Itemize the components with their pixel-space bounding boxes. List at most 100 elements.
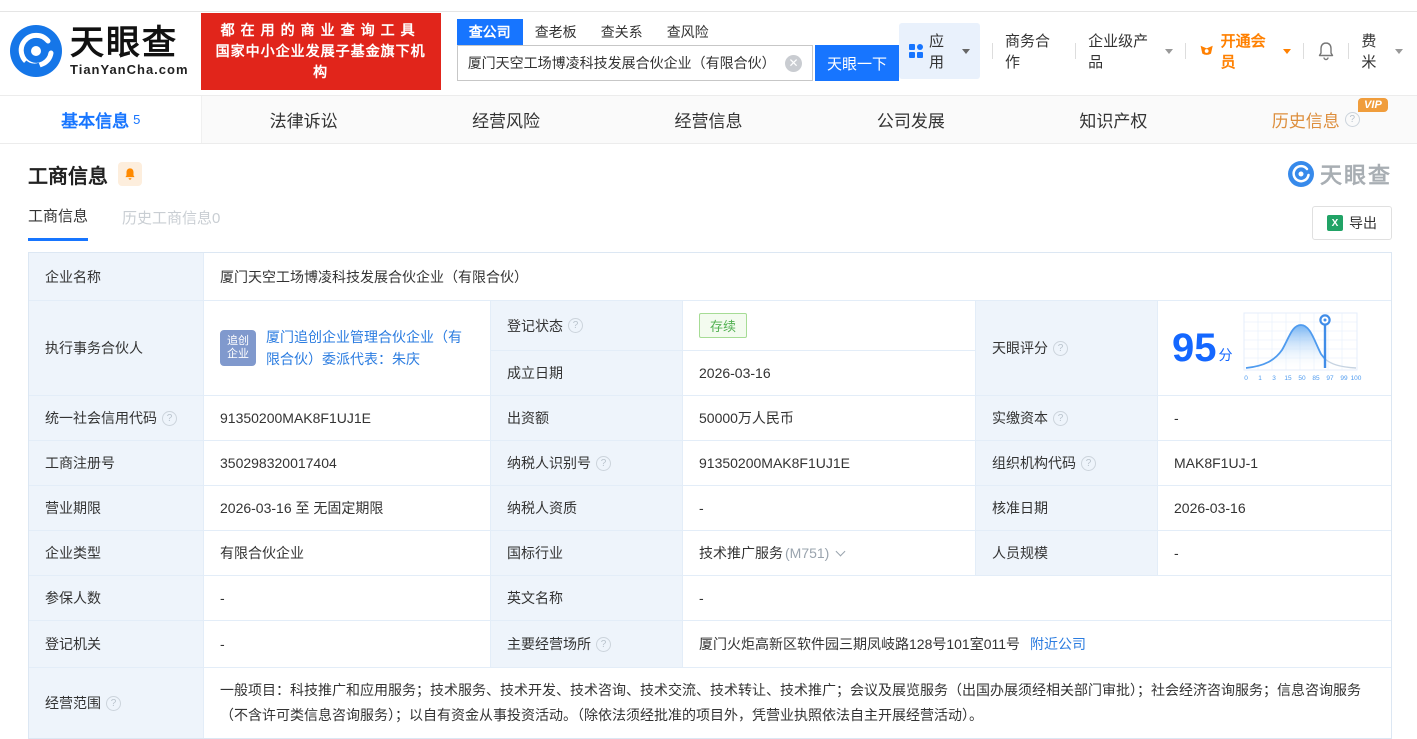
help-icon[interactable]: ? <box>568 318 583 333</box>
field-value-tianyan-score: 95 分 0 1 3 15 50 85 97 99 100 <box>1158 301 1391 395</box>
field-label-paid-capital: 实缴资本 ? <box>976 396 1158 440</box>
help-icon[interactable]: ? <box>162 410 177 426</box>
apps-grid-icon <box>908 44 923 58</box>
table-row: 工商注册号 350298320017404 纳税人识别号 ? 91350200M… <box>29 441 1391 486</box>
site-header: 天眼查 TianYanCha.com 都在用的商业查询工具 国家中小企业发展子基… <box>0 11 1417 91</box>
help-icon[interactable]: ? <box>1053 410 1068 426</box>
partner-link[interactable]: 厦门追创企业管理合伙企业（有限合伙）委派代表：朱庆 <box>266 326 474 370</box>
tab-intellectual-property[interactable]: 知识产权 <box>1012 96 1214 143</box>
nav-divider <box>1075 43 1077 59</box>
logo-domain: TianYanCha.com <box>70 61 189 77</box>
table-row: 经营范围 ? 一般项目：科技推广和应用服务；技术服务、技术开发、技术咨询、技术交… <box>29 668 1391 738</box>
help-icon[interactable]: ? <box>1053 340 1068 356</box>
watermark-text: 天眼查 <box>1319 163 1392 188</box>
tab-label: 公司发展 <box>876 112 945 131</box>
partner-logo-badge: 追创 企业 <box>220 330 256 366</box>
field-value-business-scope: 一般项目：科技推广和应用服务；技术服务、技术开发、技术咨询、技术交流、技术转让、… <box>204 668 1391 738</box>
user-menu[interactable]: 费米 <box>1361 30 1403 72</box>
field-label-english-name: 英文名称 <box>491 576 683 620</box>
tab-operation-info[interactable]: 经营信息 <box>607 96 809 143</box>
field-label-business-term: 营业期限 <box>29 486 204 530</box>
crown-icon <box>1200 45 1214 55</box>
table-row: 企业名称 厦门天空工场博凌科技发展合伙企业（有限合伙） <box>29 253 1391 301</box>
notification-bell[interactable] <box>1316 41 1336 61</box>
help-icon[interactable]: ? <box>106 695 121 711</box>
field-value-executive-partner: 追创 企业 厦门追创企业管理合伙企业（有限合伙）委派代表：朱庆 <box>204 301 491 395</box>
search-tab-risk[interactable]: 查风险 <box>655 19 721 45</box>
subtab-business-info[interactable]: 工商信息 <box>28 205 89 241</box>
nav-enterprise[interactable]: 企业级产品 <box>1088 30 1174 72</box>
field-value-org-code: MAK8F1UJ-1 <box>1158 441 1391 485</box>
export-button[interactable]: X 导出 <box>1312 206 1392 240</box>
field-label-org-code: 组织机构代码 ? <box>976 441 1158 485</box>
field-label-reg-number: 工商注册号 <box>29 441 204 485</box>
search-tab-boss[interactable]: 查老板 <box>523 19 589 45</box>
tab-label: 基本信息 <box>61 112 130 131</box>
field-label-credit-code: 统一社会信用代码 ? <box>29 396 204 440</box>
svg-text:97: 97 <box>1326 375 1334 382</box>
field-value-credit-code: 91350200MAK8F1UJ1E <box>204 396 491 440</box>
help-icon[interactable]: ? <box>1344 112 1360 127</box>
field-label-taxpayer-id: 纳税人识别号 ? <box>491 441 683 485</box>
export-label: 导出 <box>1349 215 1377 231</box>
field-label-capital: 出资额 <box>491 396 683 440</box>
svg-text:100: 100 <box>1350 375 1361 382</box>
field-value-staff-size: - <box>1158 531 1391 575</box>
chart-x-ticks: 0 1 3 15 50 85 97 99 100 <box>1244 375 1362 382</box>
chevron-down-icon <box>1283 48 1292 54</box>
score-unit: 分 <box>1218 347 1233 363</box>
nav-cooperation[interactable]: 商务合作 <box>1005 30 1063 72</box>
svg-text:1: 1 <box>1258 375 1262 382</box>
field-label-insured-count: 参保人数 <box>29 576 204 620</box>
nav-vip[interactable]: 开通会员 <box>1198 30 1292 72</box>
help-icon[interactable]: ? <box>596 636 611 652</box>
tab-label: 法律诉讼 <box>269 112 338 131</box>
site-logo[interactable]: 天眼查 TianYanCha.com <box>10 25 189 77</box>
field-value-business-address: 厦门火炬高新区软件园三期凤岐路128号101室011号 附近公司 <box>683 621 1391 667</box>
vip-badge: VIP <box>1358 98 1388 112</box>
apps-label: 应用 <box>928 33 944 71</box>
apps-menu[interactable]: 应用 <box>898 23 981 79</box>
subtab-history-business-info[interactable]: 历史工商信息0 <box>122 207 220 240</box>
tab-operation-risk[interactable]: 经营风险 <box>405 96 607 143</box>
table-row: 统一社会信用代码 ? 91350200MAK8F1UJ1E 出资额 50000万… <box>29 396 1391 441</box>
tab-label: 经营风险 <box>472 112 541 131</box>
search-input[interactable]: 厦门天空工场博凌科技发展合伙企业（有限合伙） ✕ <box>456 45 813 81</box>
svg-text:85: 85 <box>1312 375 1320 382</box>
field-label-establish-date: 成立日期 <box>491 351 683 395</box>
table-row: 登记机关 - 主要经营场所 ? 厦门火炬高新区软件园三期凤岐路128号101室0… <box>29 621 1391 668</box>
tab-count: 5 <box>133 112 141 127</box>
section-header: 工商信息 天眼查 <box>28 158 1392 190</box>
tab-label: 知识产权 <box>1079 112 1148 131</box>
monitor-bell-button[interactable] <box>118 162 142 186</box>
tab-basic-info[interactable]: 基本信息 5 <box>0 96 203 143</box>
tab-company-development[interactable]: 公司发展 <box>810 96 1012 143</box>
chevron-down-icon <box>1395 48 1403 54</box>
search-tab-company[interactable]: 查公司 <box>456 19 523 45</box>
table-row: 执行事务合伙人 追创 企业 厦门追创企业管理合伙企业（有限合伙）委派代表：朱庆 … <box>29 301 1391 396</box>
field-label-taxpayer-quality: 纳税人资质 <box>491 486 683 530</box>
status-badge: 存续 <box>699 313 748 338</box>
svg-text:3: 3 <box>1272 375 1276 382</box>
field-label-approval-date: 核准日期 <box>976 486 1158 530</box>
table-row: 企业类型 有限合伙企业 国标行业 技术推广服务 (M751) 人员规模 - <box>29 531 1391 576</box>
score-value: 95 <box>1172 326 1217 370</box>
clear-icon[interactable]: ✕ <box>784 54 802 72</box>
search-button[interactable]: 天眼一下 <box>814 45 899 81</box>
tab-history-info[interactable]: VIP 历史信息 ? <box>1215 96 1417 143</box>
nav-divider <box>992 43 993 59</box>
nearby-companies-link[interactable]: 附近公司 <box>1030 633 1086 655</box>
tab-legal-proceedings[interactable]: 法律诉讼 <box>202 96 404 143</box>
search-tab-relation[interactable]: 查关系 <box>589 19 655 45</box>
help-icon[interactable]: ? <box>1081 455 1096 471</box>
company-tab-bar: 基本信息 5 法律诉讼 经营风险 经营信息 公司发展 知识产权 VIP 历史信息… <box>0 95 1417 144</box>
tianyancha-logo-icon <box>10 25 62 77</box>
subtab-row: 工商信息 历史工商信息0 X 导出 <box>28 205 1392 241</box>
nav-divider <box>1185 43 1187 59</box>
enterprise-label: 企业级产品 <box>1088 33 1149 71</box>
chevron-down-icon[interactable] <box>835 546 846 556</box>
username: 费米 <box>1361 33 1377 71</box>
search-tabs: 查公司 查老板 查关系 查风险 <box>456 19 899 45</box>
table-row: 参保人数 - 英文名称 - <box>29 576 1391 621</box>
help-icon[interactable]: ? <box>596 455 611 471</box>
